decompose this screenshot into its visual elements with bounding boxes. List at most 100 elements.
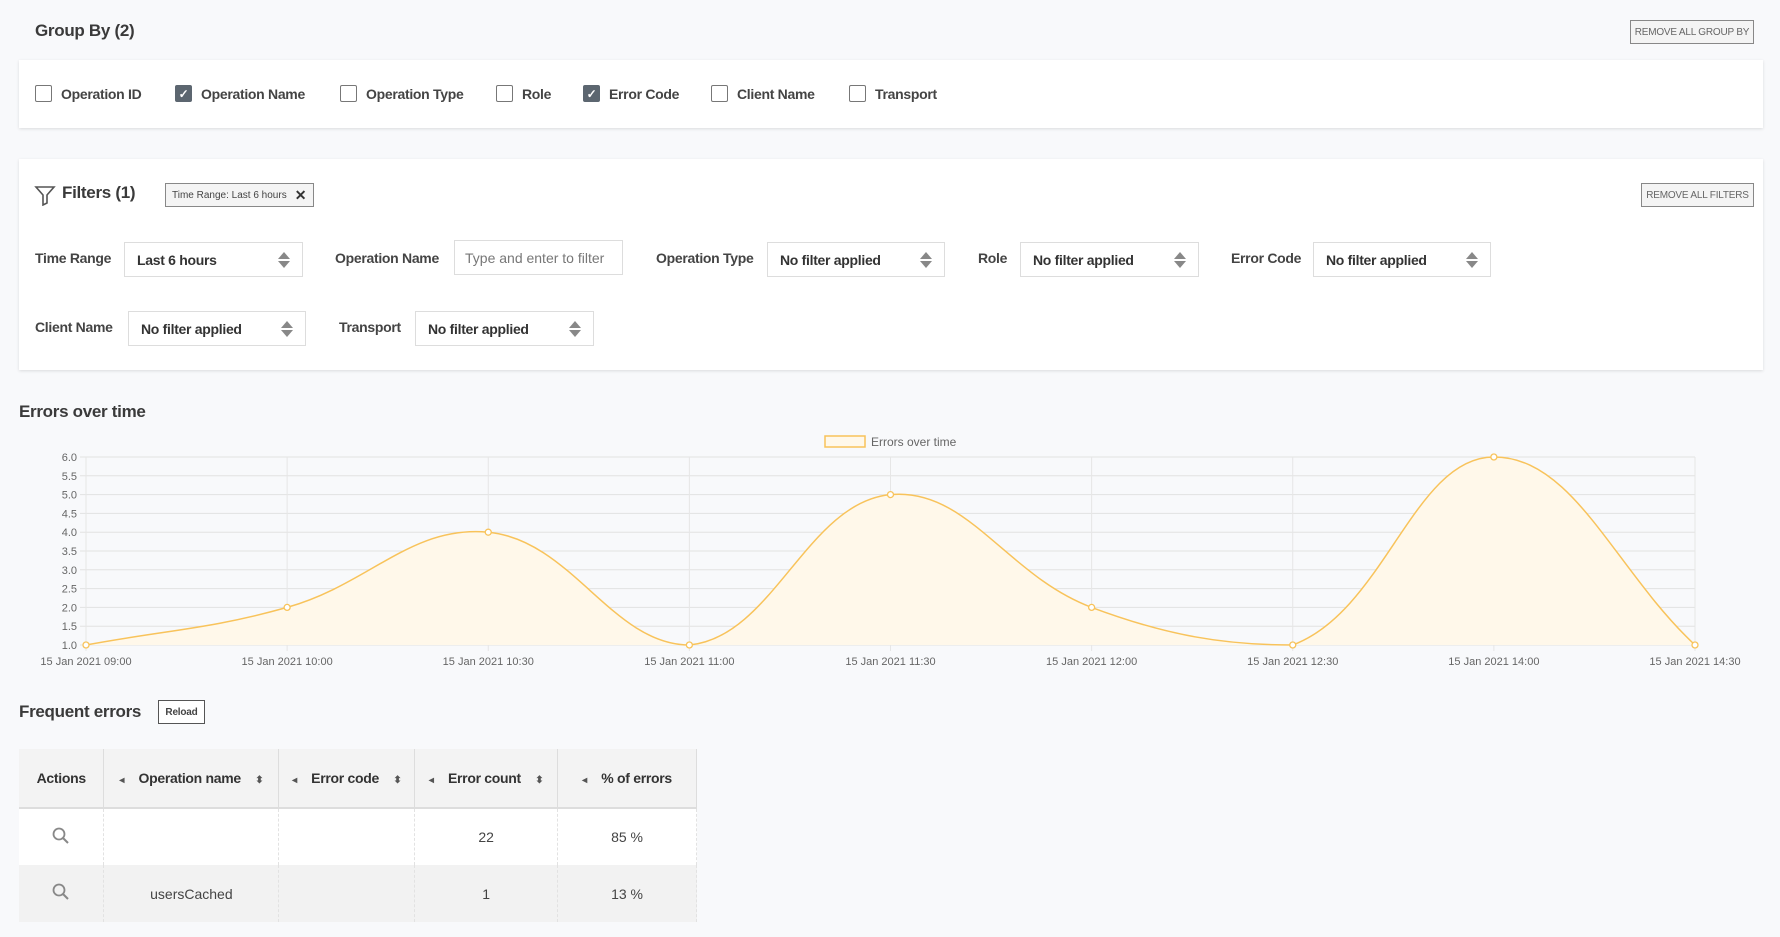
search-icon[interactable]: [19, 865, 105, 922]
error-code-select[interactable]: No filter applied: [1313, 242, 1491, 277]
x-tick-label: 15 Jan 2021 12:30: [1247, 656, 1338, 668]
select-arrows-icon: [569, 320, 581, 337]
search-icon[interactable]: [19, 808, 105, 865]
column-operation-name[interactable]: ◂ Operation name ⬍: [103, 749, 280, 809]
y-tick-label: 3.0: [62, 565, 77, 577]
checkbox-label: Transport: [875, 85, 937, 102]
group-by-option-operation-name[interactable]: ✓ Operation Name: [175, 85, 305, 102]
data-point: [484, 528, 492, 536]
x-tick-label: 15 Jan 2021 10:00: [242, 656, 333, 668]
checkbox[interactable]: [340, 85, 357, 102]
frequent-errors-table: Actions ◂ Operation name ⬍ ◂ Error code …: [19, 749, 697, 922]
client-name-select[interactable]: No filter applied: [128, 311, 306, 346]
y-tick-label: 1.0: [62, 640, 77, 652]
checkbox-label: Error Code: [609, 85, 680, 102]
operation-name-input[interactable]: [454, 240, 623, 275]
y-tick-label: 6.0: [62, 452, 77, 464]
cell-percent: 85 %: [557, 808, 697, 865]
y-tick-label: 1.5: [62, 621, 77, 633]
group-by-title: Group By (2): [35, 21, 135, 40]
column-error-code[interactable]: ◂ Error code ⬍: [278, 749, 416, 809]
x-tick-label: 15 Jan 2021 11:00: [644, 656, 734, 668]
data-point: [283, 603, 291, 612]
sort-icon: ⬍: [535, 775, 544, 786]
cell-percent: 13 %: [557, 865, 697, 922]
operation-type-select[interactable]: No filter applied: [767, 242, 945, 277]
error-code-label: Error Code: [1231, 250, 1302, 266]
close-icon[interactable]: ✕: [295, 187, 307, 204]
select-arrows-icon: [920, 251, 932, 268]
group-by-option-role[interactable]: Role: [496, 85, 551, 102]
column-error-count[interactable]: ◂ Error count ⬍: [414, 749, 559, 809]
reload-button[interactable]: Reload: [158, 700, 205, 724]
error-code-value: No filter applied: [1326, 251, 1427, 268]
x-tick-label: 15 Jan 2021 09:00: [40, 656, 131, 668]
errors-over-time-chart: Errors over time 1.0 1.5 2.0 2.5 3.0 3.5 4.0 4.5…: [40, 435, 1740, 668]
column-actions: Actions: [19, 749, 105, 809]
data-point: [1087, 603, 1096, 612]
time-range-label: Time Range: [35, 250, 112, 266]
cell-error-code: [278, 865, 416, 922]
y-tick-label: 5.5: [62, 471, 77, 483]
y-tick-label: 5.0: [62, 490, 77, 502]
group-by-option-client-name[interactable]: Client Name: [711, 85, 815, 102]
checkbox[interactable]: [496, 85, 513, 102]
frequent-errors-title: Frequent errors: [19, 702, 142, 721]
checkbox[interactable]: ✓: [175, 85, 192, 102]
sort-icon: ⬍: [393, 775, 402, 786]
legend-swatch: [824, 435, 866, 448]
cell-error-code: [278, 808, 416, 865]
x-tick-label: 15 Jan 2021 10:30: [443, 656, 534, 668]
table-row: usersCached 1 13 %: [19, 865, 697, 922]
table-row: 22 85 %: [19, 808, 697, 865]
checkbox-label: Operation Name: [201, 85, 305, 102]
role-select[interactable]: No filter applied: [1020, 242, 1199, 277]
remove-all-filters-button[interactable]: REMOVE ALL FILTERS: [1641, 183, 1754, 207]
transport-value: No filter applied: [428, 320, 529, 337]
checkbox-label: Client Name: [737, 85, 815, 102]
data-point: [1691, 641, 1699, 649]
column-percent-errors[interactable]: ◂ % of errors: [557, 749, 697, 809]
filter-icon: [34, 186, 56, 206]
checkbox-label: Operation ID: [61, 85, 142, 102]
filter-chip-time-range: Time Range: Last 6 hours ✕: [165, 183, 314, 207]
role-value: No filter applied: [1033, 251, 1134, 268]
operation-name-label: Operation Name: [335, 250, 439, 266]
x-tick-label: 15 Jan 2021 14:00: [1448, 656, 1539, 668]
group-by-option-operation-id[interactable]: Operation ID: [35, 85, 142, 102]
filter-chip-label: Time Range: Last 6 hours: [172, 189, 287, 201]
y-tick-label: 4.0: [62, 527, 77, 539]
data-point: [685, 641, 694, 649]
checkbox[interactable]: [849, 85, 866, 102]
y-tick-label: 2.5: [62, 584, 77, 596]
table-header-row: Actions ◂ Operation name ⬍ ◂ Error code …: [19, 749, 697, 809]
client-name-label: Client Name: [35, 319, 113, 335]
legend-label: Errors over time: [871, 435, 957, 449]
cell-error-count: 1: [414, 865, 559, 922]
checkbox[interactable]: ✓: [583, 85, 600, 102]
checkbox[interactable]: [711, 85, 728, 102]
time-range-select[interactable]: Last 6 hours: [124, 242, 303, 277]
group-by-option-error-code[interactable]: ✓ Error Code: [583, 85, 679, 102]
x-tick-label: 15 Jan 2021 12:00: [1046, 656, 1137, 668]
group-by-option-transport[interactable]: Transport: [849, 85, 937, 102]
transport-label: Transport: [339, 319, 401, 335]
y-tick-label: 4.5: [62, 508, 77, 520]
data-point: [886, 490, 895, 499]
cell-operation-name: [103, 808, 280, 865]
select-arrows-icon: [281, 320, 293, 337]
checkbox[interactable]: [35, 85, 52, 102]
y-tick-label: 2.0: [62, 602, 77, 614]
x-tick-label: 15 Jan 2021 11:30: [845, 656, 935, 668]
operation-type-label: Operation Type: [656, 250, 754, 266]
time-range-value: Last 6 hours: [137, 251, 217, 268]
filters-title: Filters (1): [62, 183, 136, 202]
checkbox-label: Role: [522, 85, 552, 102]
transport-select[interactable]: No filter applied: [415, 311, 594, 346]
select-arrows-icon: [1174, 251, 1186, 268]
checkbox-label: Operation Type: [366, 85, 464, 102]
operation-type-value: No filter applied: [780, 251, 881, 268]
select-arrows-icon: [1466, 251, 1478, 268]
remove-all-group-by-button[interactable]: REMOVE ALL GROUP BY: [1630, 20, 1754, 44]
group-by-option-operation-type[interactable]: Operation Type: [340, 85, 464, 102]
